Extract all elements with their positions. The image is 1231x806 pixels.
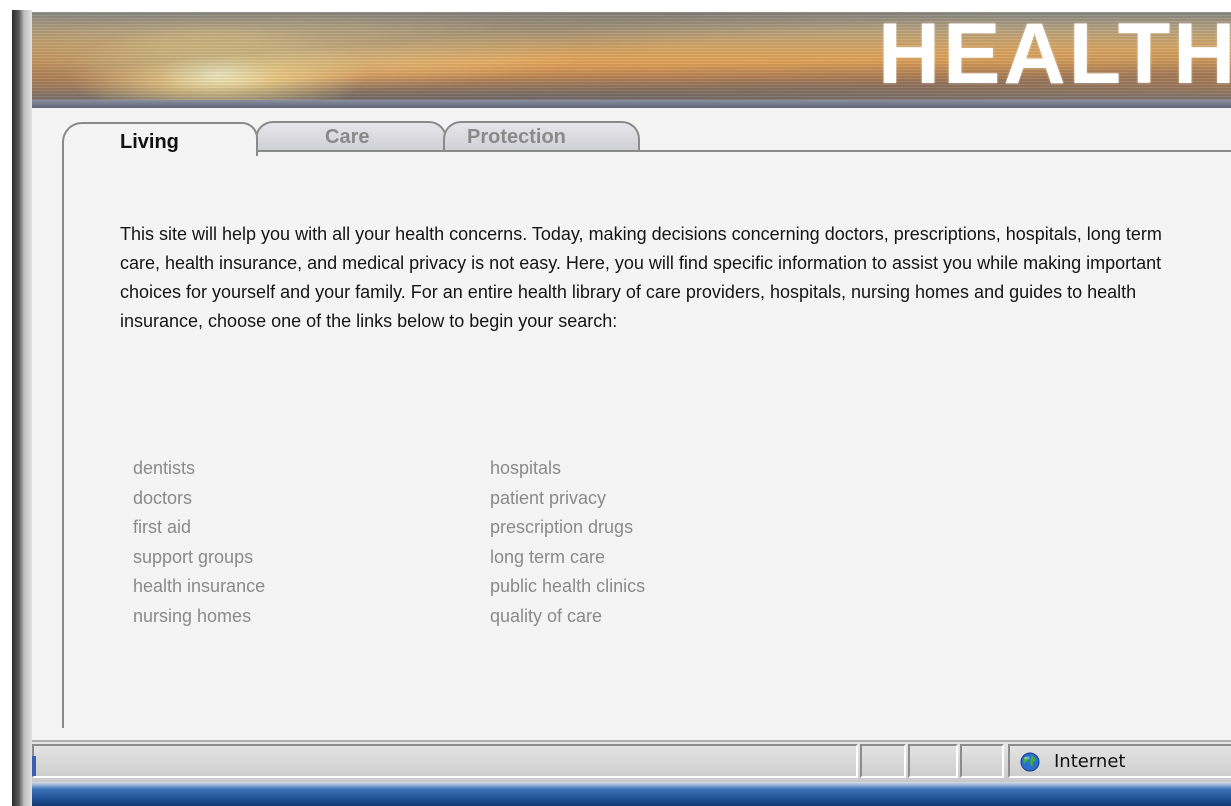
tab-care[interactable]: Care	[255, 121, 447, 151]
header-banner: HEALTH	[32, 12, 1231, 108]
status-bar: Internet	[32, 740, 1231, 782]
link-list-left: dentists doctors first aid support group…	[133, 454, 265, 632]
link-health-insurance[interactable]: health insurance	[133, 572, 265, 602]
link-patient-privacy[interactable]: patient privacy	[490, 484, 645, 514]
banner-bottom-edge	[32, 100, 1231, 108]
link-quality-of-care[interactable]: quality of care	[490, 602, 645, 632]
status-text-pane	[32, 744, 858, 778]
link-long-term-care[interactable]: long term care	[490, 543, 645, 573]
status-cell	[860, 744, 906, 778]
tab-care-label: Care	[325, 126, 370, 148]
status-cell	[960, 744, 1004, 778]
link-nursing-homes[interactable]: nursing homes	[133, 602, 265, 632]
intro-paragraph: This site will help you with all your he…	[120, 224, 1162, 331]
link-public-health-clinics[interactable]: public health clinics	[490, 572, 645, 602]
tab-living-label: Living	[120, 131, 179, 153]
security-zone-pane[interactable]: Internet	[1008, 744, 1231, 778]
page-status-icon	[32, 756, 36, 776]
link-list-right: hospitals patient privacy prescription d…	[490, 454, 645, 632]
banner-title: HEALTH	[878, 12, 1231, 102]
link-first-aid[interactable]: first aid	[133, 513, 265, 543]
link-dentists[interactable]: dentists	[133, 454, 265, 484]
link-doctors[interactable]: doctors	[133, 484, 265, 514]
link-support-groups[interactable]: support groups	[133, 543, 265, 573]
link-prescription-drugs[interactable]: prescription drugs	[490, 513, 645, 543]
tab-protection[interactable]: Protection	[443, 121, 640, 151]
globe-icon	[1020, 752, 1040, 772]
taskbar-strip	[32, 782, 1231, 806]
zone-label: Internet	[1054, 751, 1126, 772]
browser-window: HEALTH Care Protection Living This site …	[0, 0, 1231, 806]
tab-protection-label: Protection	[467, 126, 566, 148]
tab-living[interactable]: Living	[62, 122, 258, 156]
window-left-border	[12, 10, 32, 806]
link-hospitals[interactable]: hospitals	[490, 454, 645, 484]
status-cell	[908, 744, 958, 778]
